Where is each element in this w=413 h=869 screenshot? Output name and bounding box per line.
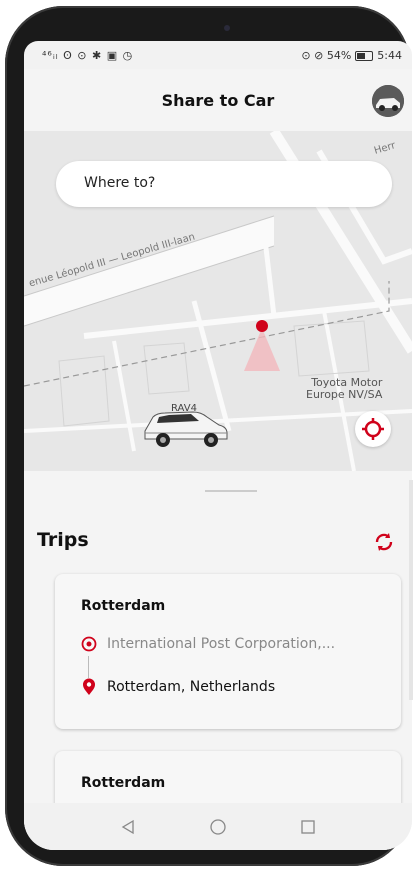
- status-icons-left: ⁴⁶ᵢₗ ʘ ⊙ ✱ ▣ ◷: [42, 49, 134, 62]
- poi-label-line2: Europe NV/SA: [306, 388, 383, 401]
- front-camera: [224, 25, 230, 31]
- status-time: 5:44: [377, 49, 402, 62]
- nav-home-button[interactable]: [204, 813, 232, 841]
- trip-origin: International Post Corporation,...: [81, 636, 335, 652]
- map-view[interactable]: enue Léopold III — Leopold III-laan Herr…: [24, 131, 412, 471]
- app-header: Share to Car: [24, 69, 412, 131]
- car-avatar-icon: [372, 85, 404, 117]
- locate-button[interactable]: [355, 411, 391, 447]
- destination-pin-icon: [83, 678, 95, 695]
- battery-icon: [355, 50, 374, 61]
- trip-destination: Rotterdam, Netherlands: [81, 678, 275, 696]
- trip-destination-text: Rotterdam, Netherlands: [107, 679, 276, 695]
- trip-card[interactable]: Rotterdam International Post Corporation…: [55, 574, 401, 729]
- home-circle-icon: [210, 818, 226, 835]
- sheet-drag-handle[interactable]: [205, 490, 257, 492]
- status-indicators: ⊙ ⊘ 54%: [301, 49, 352, 62]
- car-icon[interactable]: [139, 401, 231, 451]
- current-location-marker: [256, 320, 268, 332]
- nav-recents-button[interactable]: [294, 813, 322, 841]
- back-triangle-icon: [121, 819, 134, 834]
- trip-card-title: Rotterdam: [81, 775, 166, 791]
- origin-target-icon: [81, 636, 97, 652]
- trips-sheet: Trips Rotterdam International Post Corpo…: [24, 471, 412, 850]
- route-connector: [88, 656, 89, 678]
- trips-title: Trips: [37, 529, 89, 551]
- trip-card-title: Rotterdam: [81, 598, 166, 614]
- crosshair-icon: [362, 418, 384, 440]
- refresh-icon[interactable]: [373, 531, 395, 553]
- status-bar: ⁴⁶ᵢₗ ʘ ⊙ ✱ ▣ ◷ ⊙ ⊘ 54% 5:44: [24, 41, 412, 69]
- search-input[interactable]: Where to?: [56, 161, 392, 207]
- page-title: Share to Car: [161, 91, 275, 110]
- system-nav-bar: [24, 803, 412, 850]
- status-icons-right: ⊙ ⊘ 54% 5:44: [301, 49, 402, 62]
- search-placeholder: Where to?: [84, 175, 156, 191]
- nav-back-button[interactable]: [114, 813, 142, 841]
- side-panel-edge: [409, 480, 413, 700]
- recents-square-icon: [301, 819, 315, 834]
- screen: ⁴⁶ᵢₗ ʘ ⊙ ✱ ▣ ◷ ⊙ ⊘ 54% 5:44 Share to Car: [24, 41, 412, 850]
- avatar[interactable]: [372, 85, 404, 117]
- poi-label: Toyota Motor Europe NV/SA: [306, 377, 382, 401]
- phone-frame: ⁴⁶ᵢₗ ʘ ⊙ ✱ ▣ ◷ ⊙ ⊘ 54% 5:44 Share to Car: [5, 6, 412, 866]
- trip-origin-text: International Post Corporation,...: [107, 636, 336, 652]
